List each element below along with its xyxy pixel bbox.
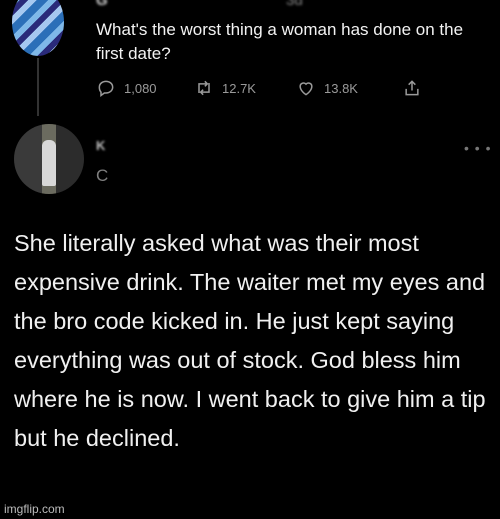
thread-connector-line — [37, 58, 39, 116]
tweet-action-bar: 1,080 12.7K 13.8K — [96, 78, 436, 100]
like-count: 13.8K — [324, 80, 358, 96]
avatar-figure — [42, 140, 56, 186]
original-tweet-header: G 3d — [96, 0, 426, 8]
retweet-count: 12.7K — [222, 80, 256, 96]
original-tweet-time: 3d — [286, 0, 303, 8]
reply-handle-icon: C — [96, 166, 109, 185]
reply-author-avatar[interactable] — [14, 124, 84, 194]
reply-author-name[interactable]: K — [96, 138, 186, 158]
watermark: imgflip.com — [4, 502, 65, 516]
reply-tweet-text: She literally asked what was their most … — [14, 230, 486, 451]
reply-count: 1,080 — [124, 80, 157, 96]
share-icon — [405, 80, 419, 96]
reply-button[interactable]: 1,080 — [96, 78, 157, 98]
retweet-icon — [198, 80, 210, 96]
share-button[interactable] — [402, 78, 422, 98]
heart-icon — [299, 82, 313, 96]
reply-icon — [98, 80, 114, 97]
original-author-avatar[interactable] — [12, 0, 64, 56]
retweet-button[interactable]: 12.7K — [194, 78, 256, 98]
original-tweet-text: What's the worst thing a woman has done … — [96, 20, 464, 63]
original-author-name[interactable]: G — [96, 0, 108, 8]
more-options-icon[interactable]: • • • — [464, 140, 491, 156]
like-button[interactable]: 13.8K — [296, 78, 358, 98]
